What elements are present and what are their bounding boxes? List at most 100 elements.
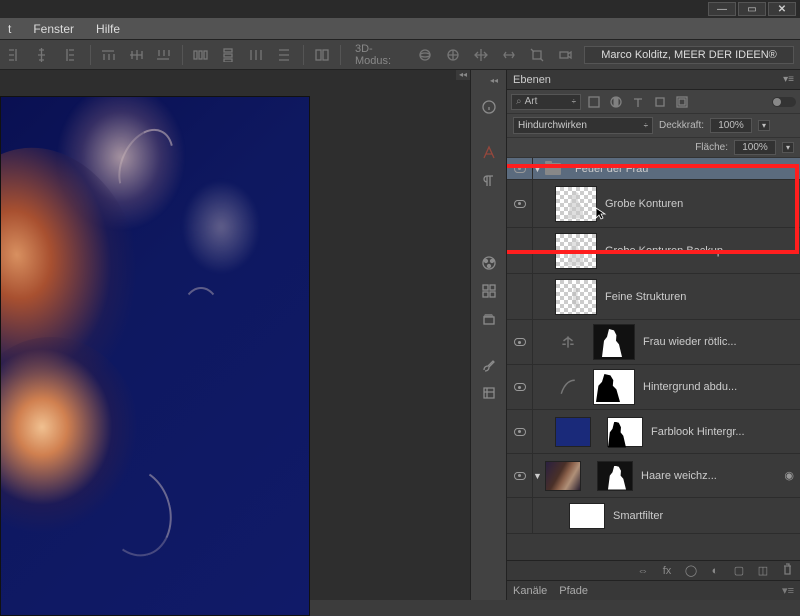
visibility-eye-icon[interactable]: [514, 472, 526, 480]
layer-thumbnail[interactable]: [555, 186, 597, 222]
layer-row[interactable]: Grobe Konturen: [507, 180, 800, 228]
filter-smart-icon[interactable]: [673, 94, 691, 110]
paragraph-panel-icon[interactable]: [476, 168, 502, 194]
link-icon[interactable]: [585, 470, 597, 482]
fill-dropdown-arrow[interactable]: ▾: [782, 142, 794, 153]
layer-name[interactable]: Hintergrund abdu...: [643, 381, 800, 393]
link-icon[interactable]: [581, 381, 593, 393]
filter-shape-icon[interactable]: [651, 94, 669, 110]
layer-row[interactable]: Feine Strukturen: [507, 274, 800, 320]
layer-row[interactable]: Smartfilter: [507, 498, 800, 534]
window-minimize-button[interactable]: —: [708, 2, 736, 16]
swatches-panel-icon[interactable]: [476, 278, 502, 304]
3d-slide-icon[interactable]: [500, 47, 520, 63]
info-panel-icon[interactable]: [476, 94, 502, 120]
filter-adjustment-icon[interactable]: [607, 94, 625, 110]
layer-thumbnail[interactable]: [555, 233, 597, 269]
tab-pfade[interactable]: Pfade: [559, 585, 588, 597]
layer-mask-thumbnail[interactable]: [597, 461, 633, 491]
filter-mask-thumbnail[interactable]: [569, 503, 605, 529]
color-panel-icon[interactable]: [476, 250, 502, 276]
menu-item-truncated[interactable]: t: [8, 22, 11, 36]
distribute-v-icon[interactable]: [219, 47, 239, 63]
add-mask-icon[interactable]: ◯: [684, 564, 698, 577]
distribute-h-icon[interactable]: [191, 47, 211, 63]
layer-name[interactable]: Feuer der Frau: [575, 163, 800, 175]
align-left-icon[interactable]: [6, 47, 26, 63]
visibility-eye-icon[interactable]: [514, 338, 526, 346]
menu-item-hilfe[interactable]: Hilfe: [96, 22, 120, 36]
layer-row[interactable]: Hintergrund abdu...: [507, 365, 800, 410]
link-icon[interactable]: [595, 426, 607, 438]
layer-thumbnail[interactable]: [555, 417, 591, 447]
visibility-eye-icon[interactable]: [514, 165, 526, 173]
brush-panel-icon[interactable]: [476, 352, 502, 378]
visibility-eye-icon[interactable]: [514, 428, 526, 436]
smart-filter-badge-icon[interactable]: ◉: [784, 469, 794, 482]
add-adjustment-icon[interactable]: ◐: [708, 565, 722, 577]
delete-layer-icon[interactable]: [780, 563, 794, 578]
align-middle-v-icon[interactable]: [127, 47, 147, 63]
disclosure-triangle-icon[interactable]: ▼: [533, 471, 545, 481]
layers-panel-header[interactable]: Ebenen ▾≡: [507, 70, 800, 90]
3d-camera-icon[interactable]: [556, 47, 576, 63]
fill-input[interactable]: 100%: [734, 140, 776, 155]
layer-name[interactable]: Smartfilter: [613, 510, 800, 522]
filter-type-icon[interactable]: [629, 94, 647, 110]
distribute-spacing-h-icon[interactable]: [247, 47, 267, 63]
window-close-button[interactable]: ✕: [768, 2, 796, 16]
canvas[interactable]: [0, 96, 310, 616]
align-bottom-icon[interactable]: [155, 47, 175, 63]
menu-item-fenster[interactable]: Fenster: [33, 22, 74, 36]
opacity-input[interactable]: 100%: [710, 118, 752, 133]
color-balance-icon[interactable]: [559, 334, 577, 350]
opacity-dropdown-arrow[interactable]: ▾: [758, 120, 770, 131]
layer-name[interactable]: Frau wieder rötlic...: [643, 336, 800, 348]
layer-row[interactable]: Farblook Hintergr...: [507, 410, 800, 454]
align-right-icon[interactable]: [62, 47, 82, 63]
disclosure-triangle-icon[interactable]: ▼: [533, 164, 545, 174]
window-maximize-button[interactable]: ▭: [738, 2, 766, 16]
filter-pixel-icon[interactable]: [585, 94, 603, 110]
3d-orbit-icon[interactable]: [417, 47, 437, 63]
blend-mode-select[interactable]: Hindurchwirken ÷: [513, 117, 653, 134]
brush-presets-panel-icon[interactable]: [476, 380, 502, 406]
tab-kanale[interactable]: Kanäle: [513, 585, 547, 597]
layer-name[interactable]: Grobe Konturen: [605, 198, 800, 210]
layer-filter-select[interactable]: ⌕ Art ÷: [511, 94, 581, 110]
visibility-eye-icon[interactable]: [514, 383, 526, 391]
new-layer-icon[interactable]: ◫: [756, 564, 770, 577]
3d-scale-icon[interactable]: [528, 47, 548, 63]
visibility-eye-icon[interactable]: [514, 200, 526, 208]
layer-name[interactable]: Grobe Konturen Backup: [605, 245, 800, 257]
workspace-selector[interactable]: Marco Kolditz, MEER DER IDEEN®: [584, 46, 794, 64]
panel-collapse-toggle[interactable]: ◂◂: [456, 70, 470, 80]
layer-mask-thumbnail[interactable]: [607, 417, 643, 447]
layer-name[interactable]: Haare weichz...: [641, 470, 784, 482]
panel-menu-icon[interactable]: ▾≡: [782, 584, 794, 597]
layer-fx-icon[interactable]: fx: [660, 565, 674, 577]
dock-collapse-toggle[interactable]: ◂◂: [490, 76, 504, 86]
layer-row[interactable]: Grobe Konturen Backup: [507, 228, 800, 274]
align-top-icon[interactable]: [99, 47, 119, 63]
layer-name[interactable]: Feine Strukturen: [605, 291, 800, 303]
new-group-icon[interactable]: ▢: [732, 564, 746, 577]
filter-toggle-switch[interactable]: [772, 97, 796, 107]
auto-align-icon[interactable]: [312, 47, 332, 63]
layer-mask-thumbnail[interactable]: [593, 369, 635, 405]
layer-name[interactable]: Farblook Hintergr...: [651, 426, 800, 438]
layer-mask-thumbnail[interactable]: [593, 324, 635, 360]
layer-row[interactable]: Frau wieder rötlic...: [507, 320, 800, 365]
panel-menu-icon[interactable]: ▾≡: [783, 74, 794, 85]
curves-icon[interactable]: [559, 379, 577, 395]
link-layers-icon[interactable]: ⇔: [636, 565, 650, 577]
3d-roll-icon[interactable]: [444, 47, 464, 63]
styles-panel-icon[interactable]: [476, 306, 502, 332]
layer-group-row[interactable]: ▼ Feuer der Frau: [507, 158, 800, 180]
character-panel-icon[interactable]: [476, 140, 502, 166]
layer-thumbnail[interactable]: [555, 279, 597, 315]
link-icon[interactable]: [581, 336, 593, 348]
layer-row[interactable]: ▼ Haare weichz... ◉: [507, 454, 800, 498]
distribute-spacing-v-icon[interactable]: [275, 47, 295, 63]
align-center-h-icon[interactable]: [34, 47, 54, 63]
